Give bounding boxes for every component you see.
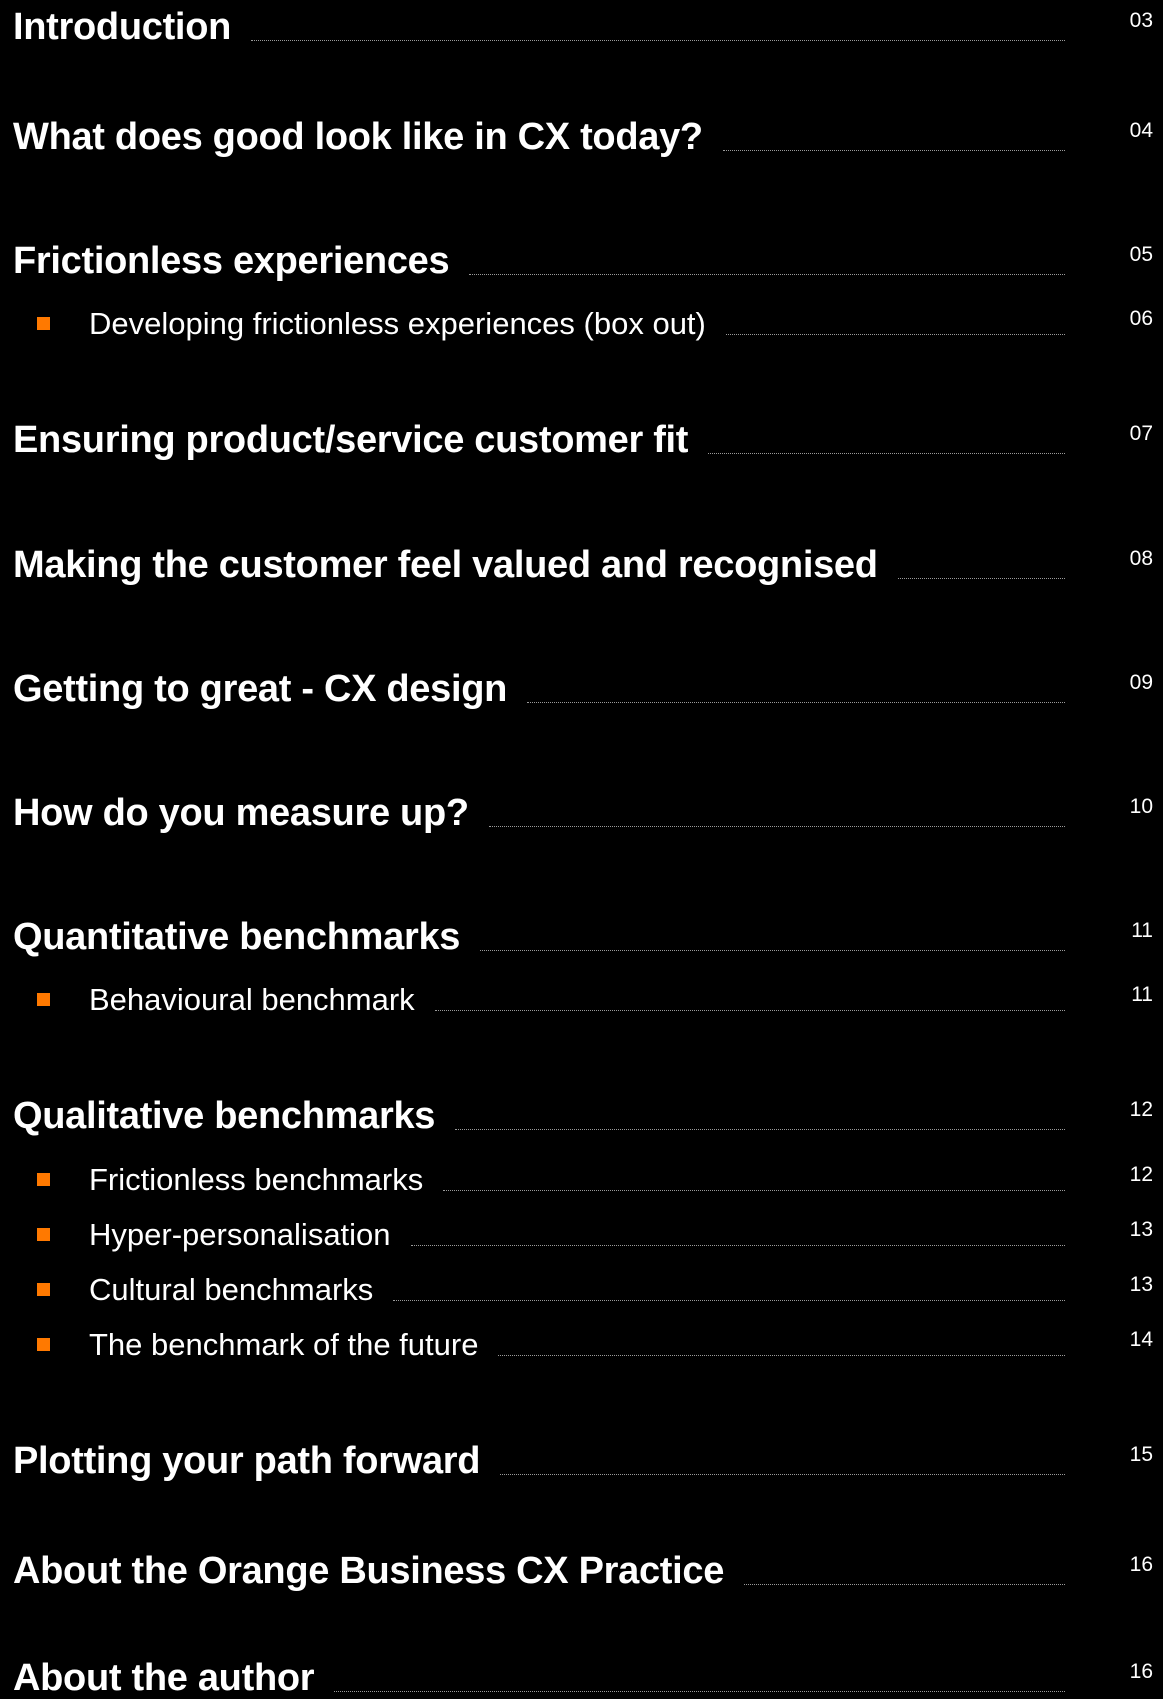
dotted-leader — [722, 150, 1065, 151]
toc-entry-page: 05 — [1129, 243, 1153, 266]
orange-square-bullet-icon — [37, 1228, 50, 1241]
toc-entry-page: 16 — [1129, 1553, 1153, 1576]
toc-entry-title: Frictionless experiences — [13, 240, 450, 282]
toc-subentry-page: 11 — [1131, 983, 1153, 1006]
dotted-leader — [527, 702, 1065, 703]
toc-entry-page: 04 — [1129, 119, 1153, 142]
toc-entry-title: Introduction — [13, 6, 232, 48]
dotted-leader — [469, 274, 1065, 275]
toc-entry-title: Quantitative benchmarks — [13, 916, 461, 958]
toc-entry-about-author[interactable]: About the author 16 — [0, 1659, 1163, 1697]
dotted-leader — [410, 1245, 1065, 1246]
dotted-leader — [708, 453, 1065, 454]
toc-subentry-title: Hyper-personalisation — [89, 1217, 391, 1252]
toc-entry-page: 10 — [1129, 795, 1153, 818]
dotted-leader — [744, 1584, 1065, 1585]
toc-entry-getting-to-great[interactable]: Getting to great - CX design 09 — [0, 670, 1163, 708]
toc-entry-measure-up[interactable]: How do you measure up? 10 — [0, 794, 1163, 832]
toc-subentry-hyper-personalisation[interactable]: Hyper-personalisation 13 — [0, 1219, 1163, 1250]
toc-subentry-title: Frictionless benchmarks — [89, 1162, 424, 1197]
toc-entry-title: Making the customer feel valued and reco… — [13, 544, 878, 586]
table-of-contents: Introduction 03 What does good look like… — [0, 0, 1163, 1697]
toc-subentry-benchmark-of-future[interactable]: The benchmark of the future 14 — [0, 1329, 1163, 1360]
dotted-leader — [434, 1010, 1065, 1011]
orange-square-bullet-icon — [37, 317, 50, 330]
toc-entry-what-does-good-look-like[interactable]: What does good look like in CX today? 04 — [0, 118, 1163, 156]
toc-entry-title: About the author — [13, 1657, 315, 1699]
toc-entry-page: 15 — [1129, 1443, 1153, 1466]
toc-subentry-page: 13 — [1129, 1273, 1153, 1296]
dotted-leader — [393, 1300, 1065, 1301]
toc-entry-title: About the Orange Business CX Practice — [13, 1550, 725, 1592]
dotted-leader — [725, 334, 1065, 335]
toc-entry-title: Qualitative benchmarks — [13, 1095, 436, 1137]
toc-entry-title: How do you measure up? — [13, 792, 469, 834]
dotted-leader — [334, 1691, 1065, 1692]
toc-entry-introduction[interactable]: Introduction 03 — [0, 8, 1163, 46]
dotted-leader — [500, 1474, 1065, 1475]
dotted-leader — [488, 826, 1065, 827]
orange-square-bullet-icon — [37, 993, 50, 1006]
toc-subentry-title: The benchmark of the future — [89, 1327, 479, 1362]
dotted-leader — [480, 950, 1065, 951]
dotted-leader — [455, 1129, 1065, 1130]
toc-entry-page: 08 — [1129, 547, 1153, 570]
toc-subentry-page: 12 — [1129, 1163, 1153, 1186]
toc-entry-title: What does good look like in CX today? — [13, 116, 703, 158]
toc-entry-page: 16 — [1129, 1660, 1153, 1683]
orange-square-bullet-icon — [37, 1173, 50, 1186]
toc-subentry-cultural-benchmarks[interactable]: Cultural benchmarks 13 — [0, 1274, 1163, 1305]
toc-entry-page: 03 — [1129, 9, 1153, 32]
toc-entry-page: 12 — [1129, 1098, 1153, 1121]
toc-subentry-developing-frictionless[interactable]: Developing frictionless experiences (box… — [0, 308, 1163, 339]
toc-entry-plotting-path-forward[interactable]: Plotting your path forward 15 — [0, 1442, 1163, 1480]
toc-subentry-behavioural-benchmark[interactable]: Behavioural benchmark 11 — [0, 984, 1163, 1015]
toc-entry-qualitative-benchmarks[interactable]: Qualitative benchmarks 12 — [0, 1097, 1163, 1135]
orange-square-bullet-icon — [37, 1283, 50, 1296]
toc-subentry-title: Cultural benchmarks — [89, 1272, 374, 1307]
toc-subentry-frictionless-benchmarks[interactable]: Frictionless benchmarks 12 — [0, 1164, 1163, 1195]
toc-subentry-page: 14 — [1129, 1328, 1153, 1351]
toc-entry-frictionless-experiences[interactable]: Frictionless experiences 05 — [0, 242, 1163, 280]
dotted-leader — [443, 1190, 1065, 1191]
toc-entry-title: Plotting your path forward — [13, 1440, 481, 1482]
toc-entry-page: 07 — [1129, 422, 1153, 445]
toc-subentry-page: 13 — [1129, 1218, 1153, 1241]
dotted-leader — [897, 578, 1065, 579]
toc-subentry-title: Developing frictionless experiences (box… — [89, 306, 706, 341]
toc-entry-product-service-fit[interactable]: Ensuring product/service customer fit 07 — [0, 421, 1163, 459]
toc-entry-title: Getting to great - CX design — [13, 668, 508, 710]
toc-entry-customer-valued[interactable]: Making the customer feel valued and reco… — [0, 546, 1163, 584]
toc-entry-page: 09 — [1129, 671, 1153, 694]
toc-entry-page: 11 — [1131, 919, 1153, 942]
toc-entry-about-cx-practice[interactable]: About the Orange Business CX Practice 16 — [0, 1552, 1163, 1590]
toc-subentry-page: 06 — [1129, 307, 1153, 330]
dotted-leader — [251, 40, 1065, 41]
dotted-leader — [498, 1355, 1065, 1356]
orange-square-bullet-icon — [37, 1338, 50, 1351]
toc-entry-title: Ensuring product/service customer fit — [13, 419, 689, 461]
toc-entry-quantitative-benchmarks[interactable]: Quantitative benchmarks 11 — [0, 918, 1163, 956]
toc-subentry-title: Behavioural benchmark — [89, 982, 415, 1017]
